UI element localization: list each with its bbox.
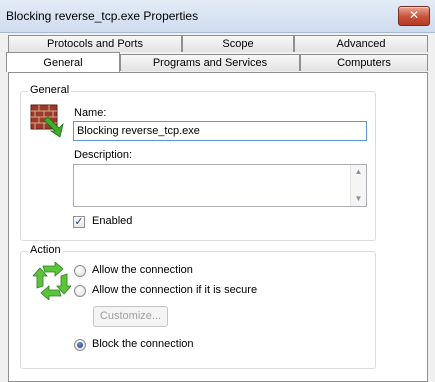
title-bar[interactable]: Blocking reverse_tcp.exe Properties ✕ xyxy=(0,0,435,33)
checkmark-icon: ✓ xyxy=(74,216,84,228)
allow-connection-radio[interactable] xyxy=(74,265,86,277)
block-connection-radio[interactable] xyxy=(74,339,86,351)
name-label: Name: xyxy=(74,107,107,119)
firewall-rule-icon xyxy=(30,104,64,138)
name-value: Blocking reverse_tcp.exe xyxy=(77,125,200,137)
allow-if-secure-label: Allow the connection if it is secure xyxy=(92,284,258,296)
tab-scope[interactable]: Scope xyxy=(182,35,294,52)
enabled-checkbox[interactable]: ✓ xyxy=(73,216,85,228)
close-icon: ✕ xyxy=(408,8,420,22)
close-button[interactable]: ✕ xyxy=(398,6,430,26)
name-field[interactable]: Blocking reverse_tcp.exe xyxy=(73,121,367,141)
window-title: Blocking reverse_tcp.exe Properties xyxy=(6,9,199,23)
description-label: Description: xyxy=(74,149,133,161)
block-connection-label: Block the connection xyxy=(92,338,194,350)
description-field[interactable]: ▲ ▼ xyxy=(73,164,367,207)
tab-panel-general: General Name: Blocking reverse_tcp.exe D… xyxy=(8,72,428,382)
tab-general[interactable]: General xyxy=(6,52,120,72)
tab-protocols-and-ports[interactable]: Protocols and Ports xyxy=(8,35,182,52)
tab-label: Advanced xyxy=(336,38,386,50)
scroll-down-icon[interactable]: ▼ xyxy=(351,192,366,206)
allow-connection-label: Allow the connection xyxy=(92,264,193,276)
tab-label: Programs and Services xyxy=(152,57,268,69)
green-arrows-cycle-icon xyxy=(33,262,71,300)
tab-advanced[interactable]: Advanced xyxy=(294,35,428,52)
tab-programs-and-services[interactable]: Programs and Services xyxy=(120,54,300,71)
general-group-label: General xyxy=(28,84,72,96)
tab-label: Computers xyxy=(337,57,391,69)
tab-computers[interactable]: Computers xyxy=(300,54,428,71)
enabled-label: Enabled xyxy=(92,215,133,227)
scroll-up-icon[interactable]: ▲ xyxy=(351,165,366,179)
customize-button[interactable]: Customize... xyxy=(93,306,168,327)
tab-label: General xyxy=(43,57,83,69)
description-scrollbar[interactable]: ▲ ▼ xyxy=(350,165,366,206)
allow-if-secure-radio[interactable] xyxy=(74,285,86,297)
action-group-label: Action xyxy=(28,244,63,256)
tab-label: Scope xyxy=(222,38,254,50)
tab-label: Protocols and Ports xyxy=(47,38,143,50)
